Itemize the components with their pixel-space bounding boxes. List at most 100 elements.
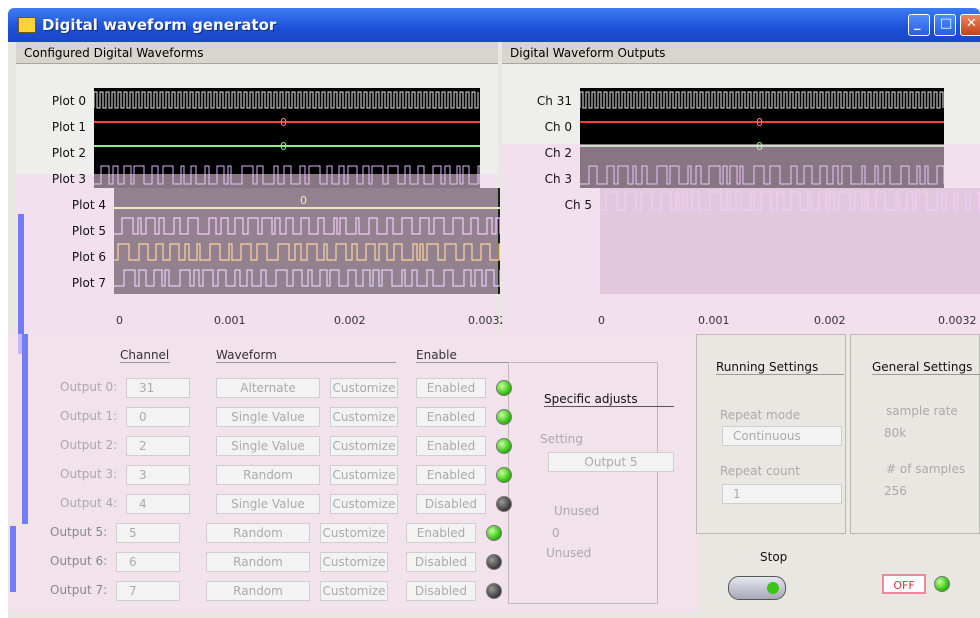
enable-toggle-6[interactable]: Disabled [406, 552, 476, 572]
channel-label-0: Ch 31 [536, 94, 572, 108]
enable-led-5 [486, 525, 502, 541]
customize-button-1[interactable]: Customize [330, 407, 398, 427]
channel-label-3: Ch 3 [544, 172, 572, 186]
channel-select-5[interactable]: 5 [116, 523, 180, 543]
left-tick-0: 0 [116, 314, 123, 327]
unused-label-2: Unused [546, 546, 592, 560]
output-label-1: Output 1: [60, 409, 118, 423]
left-plot-svg: 0 0 [93, 91, 481, 185]
enable-led-2 [496, 438, 512, 454]
output-label-5: Output 5: [50, 525, 108, 539]
general-settings-title: General Settings [872, 360, 980, 375]
window-titlebar: Digital waveform generator _ □ ✕ [8, 8, 980, 42]
repeat-mode-select[interactable]: Continuous [722, 426, 842, 446]
customize-button-5[interactable]: Customize [320, 523, 388, 543]
channel-select-2[interactable]: 2 [126, 436, 190, 456]
enable-toggle-4[interactable]: Disabled [416, 494, 486, 514]
plot-label-3: Plot 3 [51, 172, 86, 186]
right-tick-1: 0.001 [698, 314, 730, 327]
stop-indicator-icon [767, 582, 779, 594]
enable-toggle-5[interactable]: Enabled [406, 523, 476, 543]
plot-label-7: Plot 7 [71, 276, 106, 290]
channel-select-6[interactable]: 6 [116, 552, 180, 572]
customize-button-2[interactable]: Customize [330, 436, 398, 456]
stop-button[interactable] [728, 576, 786, 600]
enable-led-7 [486, 583, 502, 599]
table-edge-bar-lower [10, 526, 16, 592]
app-icon [18, 17, 36, 33]
enable-led-3 [496, 467, 512, 483]
left-plot-area: 0 0 [93, 88, 481, 188]
samples-input[interactable]: 256 [884, 484, 907, 498]
maximize-button[interactable]: □ [934, 14, 956, 36]
customize-button-6[interactable]: Customize [320, 552, 388, 572]
channel-select-1[interactable]: 0 [126, 407, 190, 427]
ch31-trace [579, 91, 944, 109]
channel-label-4: Ch 5 [564, 198, 592, 212]
right-graph: 0 0 Ch 31 Ch 0 Ch 2 Ch 3 Ch 5 0 0.001 0.… [502, 64, 980, 334]
window-title: Digital waveform generator [42, 16, 277, 34]
output-label-6: Output 6: [50, 554, 108, 568]
output-label-0: Output 0: [60, 380, 118, 394]
enable-toggle-3[interactable]: Enabled [416, 465, 486, 485]
channel-select-7[interactable]: 7 [116, 581, 180, 601]
right-tick-0: 0 [598, 314, 605, 327]
waveform-select-7[interactable]: Random [206, 581, 310, 601]
left-tick-3: 0.0032 [468, 314, 507, 327]
minimize-button[interactable]: _ [908, 14, 930, 36]
repeat-count-input[interactable]: 1 [722, 484, 842, 504]
left-tick-1: 0.001 [214, 314, 246, 327]
plot-label-6: Plot 6 [71, 250, 106, 264]
enable-toggle-7[interactable]: Disabled [406, 581, 476, 601]
customize-button-4[interactable]: Customize [330, 494, 398, 514]
waveform-select-6[interactable]: Random [206, 552, 310, 572]
channel-select-0[interactable]: 31 [126, 378, 190, 398]
plot-label-5: Plot 5 [71, 224, 106, 238]
right-tick-2: 0.002 [814, 314, 846, 327]
specific-adjusts-title: Specific adjusts [544, 392, 674, 407]
channel-label-2: Ch 2 [544, 146, 572, 160]
stop-label: Stop [760, 550, 788, 564]
right-graph-title: Digital Waveform Outputs [502, 42, 980, 64]
repeat-mode-label: Repeat mode [720, 408, 801, 422]
enable-led-1 [496, 409, 512, 425]
ch0-zero-label: 0 [756, 116, 763, 129]
waveform-select-2[interactable]: Single Value [216, 436, 320, 456]
waveform-select-3[interactable]: Random [216, 465, 320, 485]
left-tick-2: 0.002 [334, 314, 366, 327]
off-toggle[interactable]: OFF [882, 574, 926, 594]
waveform-select-1[interactable]: Single Value [216, 407, 320, 427]
samples-label: # of samples [886, 462, 966, 476]
channel-select-3[interactable]: 3 [126, 465, 190, 485]
right-overlay [502, 144, 980, 334]
output-label-2: Output 2: [60, 438, 118, 452]
channel-select-4[interactable]: 4 [126, 494, 190, 514]
enable-toggle-0[interactable]: Enabled [416, 378, 486, 398]
plot-label-4: Plot 4 [71, 198, 106, 212]
output-label-7: Output 7: [50, 583, 108, 597]
waveform-select-5[interactable]: Random [206, 523, 310, 543]
table-edge-bar [22, 334, 28, 524]
customize-button-0[interactable]: Customize [330, 378, 398, 398]
setting-select[interactable]: Output 5 [548, 452, 674, 472]
enable-led-0 [496, 380, 512, 396]
maximize-icon: □ [940, 16, 953, 31]
sample-rate-input[interactable]: 80k [884, 426, 906, 440]
plot1-zero-label: 0 [280, 116, 287, 129]
close-button[interactable]: ✕ [960, 14, 980, 36]
channel-label-1: Ch 0 [544, 120, 572, 134]
customize-button-3[interactable]: Customize [330, 465, 398, 485]
sample-rate-label: sample rate [886, 404, 958, 418]
status-led [934, 576, 950, 592]
setting-label: Setting [540, 432, 583, 446]
enable-toggle-2[interactable]: Enabled [416, 436, 486, 456]
plot-label-1: Plot 1 [51, 120, 86, 134]
left-edge-bar [18, 214, 24, 354]
waveform-select-4[interactable]: Single Value [216, 494, 320, 514]
customize-button-7[interactable]: Customize [320, 581, 388, 601]
right-tick-3: 0.0032 [938, 314, 977, 327]
unused-value[interactable]: 0 [552, 526, 560, 540]
left-graph-title: Configured Digital Waveforms [16, 42, 498, 64]
enable-toggle-1[interactable]: Enabled [416, 407, 486, 427]
waveform-select-0[interactable]: Alternate [216, 378, 320, 398]
